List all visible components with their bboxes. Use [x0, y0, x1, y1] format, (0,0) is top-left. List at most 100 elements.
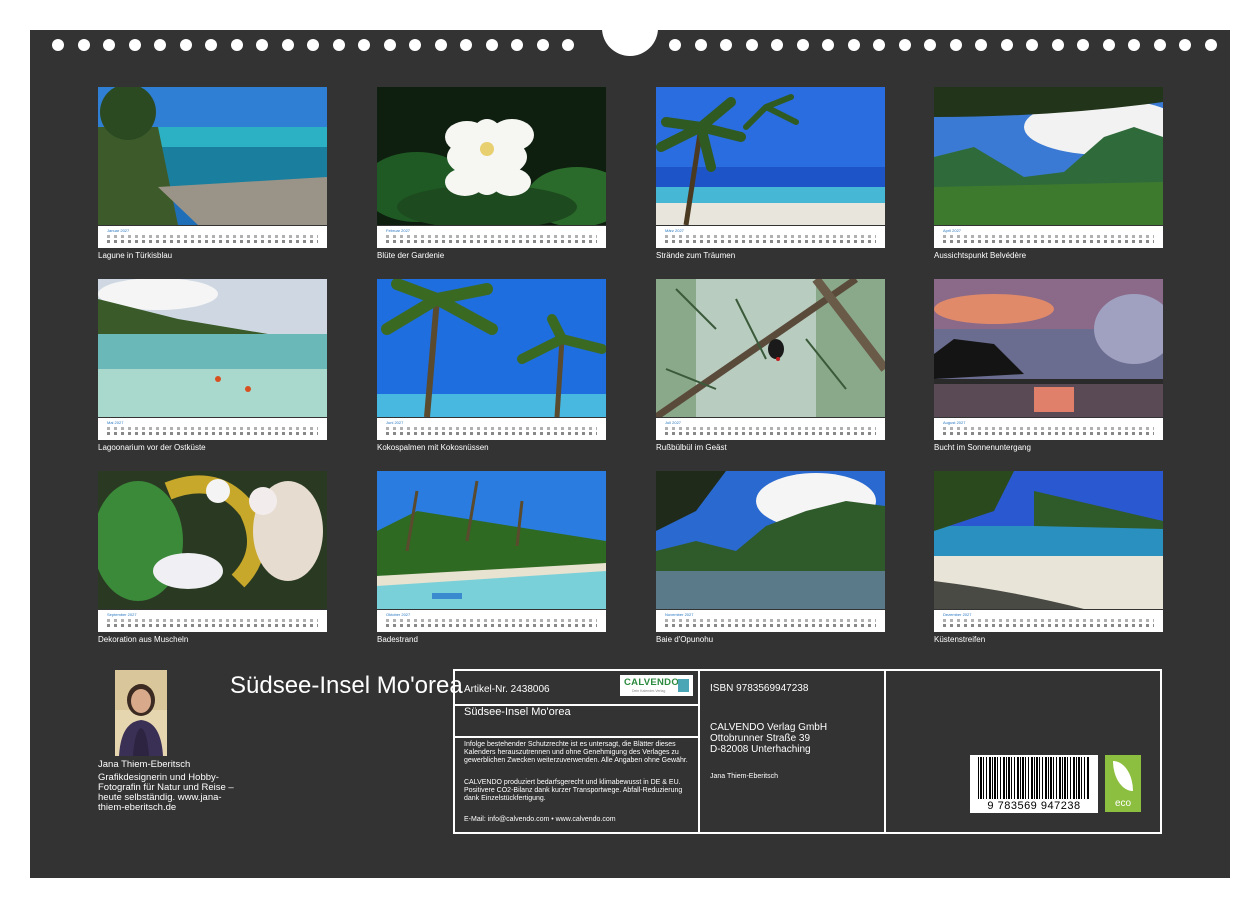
photo-caption: Dekoration aus Muscheln	[98, 635, 189, 644]
binding-hole	[847, 39, 860, 51]
photo-caption: Rußbülbül im Geäst	[656, 443, 727, 452]
weekday-row	[107, 235, 318, 238]
mini-calendar: August 2027	[934, 418, 1163, 440]
author-portrait	[115, 670, 167, 756]
calvendo-logo-icon	[678, 679, 689, 692]
binding-hole	[669, 39, 681, 51]
binding-hole	[332, 39, 345, 51]
lagoonarium-icon	[98, 279, 327, 417]
photo-caption: Strände zum Träumen	[656, 251, 736, 260]
legal-notice: Infolge bestehender Schutzrechte ist es …	[464, 741, 688, 764]
binding-hole	[103, 39, 115, 51]
mountain-view-icon	[934, 87, 1163, 225]
weekday-row	[665, 427, 876, 430]
mini-calendar: Februar 2027	[377, 226, 606, 248]
photo-caption: Badestrand	[377, 635, 418, 644]
month-label: Juli 2027	[665, 420, 682, 425]
date-row	[665, 240, 876, 243]
binding-hole	[975, 39, 987, 51]
binding-hole	[179, 39, 192, 51]
imprint-title: Südsee-Insel Mo'orea	[464, 706, 571, 718]
binding-hole	[230, 39, 243, 51]
binding-hole	[873, 39, 885, 51]
binding-hole	[77, 39, 90, 51]
weekday-row	[386, 619, 597, 622]
binding-hole	[562, 39, 574, 51]
photo-caption: Bucht im Sonnenuntergang	[934, 443, 1031, 452]
date-row	[386, 240, 597, 243]
publisher-name: CALVENDO Verlag GmbH	[710, 722, 828, 733]
binding-hole	[1204, 39, 1217, 51]
binding-hole	[205, 39, 217, 51]
date-row	[107, 432, 318, 435]
month-label: Mai 2027	[107, 420, 124, 425]
photo-caption: Aussichtspunkt Belvédère	[934, 251, 1027, 260]
photo-caption: Blüte der Gardenie	[377, 251, 445, 260]
author-name: Jana Thiem-Eberitsch	[98, 759, 191, 770]
photo-caption: Küstenstreifen	[934, 635, 986, 644]
date-row	[107, 240, 318, 243]
photo-caption: Baie d'Opunohu	[656, 635, 714, 644]
hanger-cutout	[602, 0, 658, 56]
article-number: Artikel-Nr. 2438006	[464, 684, 550, 695]
barcode-bars	[978, 757, 1090, 799]
date-row	[943, 432, 1154, 435]
binding-hole	[924, 39, 936, 51]
binding-hole	[52, 39, 64, 51]
month-label: August 2027	[943, 420, 966, 425]
binding-hole	[485, 39, 498, 51]
photo-caption: Lagoonarium vor der Ostküste	[98, 443, 206, 452]
month-label: Dezember 2027	[943, 612, 972, 617]
weekday-row	[665, 619, 876, 622]
binding-hole	[383, 39, 396, 51]
isbn: ISBN 9783569947238	[710, 683, 809, 694]
binding-hole	[1128, 39, 1140, 51]
sunset-icon	[934, 279, 1163, 417]
mini-calendar: Juni 2027	[377, 418, 606, 440]
mini-calendar: Mai 2027	[98, 418, 327, 440]
author-bio: Grafikdesignerin und Hobby-Fotografin fü…	[98, 772, 234, 813]
binding-hole	[511, 39, 523, 51]
binding-hole	[1179, 39, 1191, 51]
binding-hole	[281, 39, 294, 51]
binding-hole	[949, 39, 962, 51]
barcode: 9 783569 947238	[970, 755, 1098, 813]
publisher-city: D-82008 Unterhaching	[710, 744, 811, 755]
photo-caption: Lagune in Türkisblau	[98, 251, 173, 260]
binding-hole	[1077, 39, 1089, 51]
month-label: September 2027	[107, 612, 137, 617]
month-label: Februar 2027	[386, 228, 411, 233]
shells-icon	[98, 471, 327, 609]
date-row	[386, 624, 597, 627]
mini-calendar: September 2027	[98, 610, 327, 632]
binding-hole	[1153, 39, 1166, 51]
mini-calendar: Januar 2027	[98, 226, 327, 248]
leaf-icon	[1113, 761, 1133, 791]
binding-hole	[434, 39, 447, 51]
coconut-palms-icon	[377, 279, 606, 417]
binding-hole	[720, 39, 732, 51]
eco-logo: eco	[1105, 755, 1141, 812]
binding-hole	[694, 39, 707, 51]
binding-hole	[898, 39, 911, 51]
binding-hole	[154, 39, 166, 51]
mini-calendar: Dezember 2027	[934, 610, 1163, 632]
mini-calendar: Juli 2027	[656, 418, 885, 440]
mini-calendar: November 2027	[656, 610, 885, 632]
date-row	[386, 432, 597, 435]
weekday-row	[943, 235, 1154, 238]
weekday-row	[386, 235, 597, 238]
calvendo-logo: CALVENDO Dein Kalender-Verlag	[620, 675, 693, 696]
binding-hole	[796, 39, 809, 51]
binding-hole	[460, 39, 472, 51]
imprint-author: Jana Thiem-Eberitsch	[710, 773, 778, 780]
binding-hole	[307, 39, 319, 51]
month-label: Oktober 2027	[386, 612, 411, 617]
lagoon-icon	[98, 87, 327, 225]
calendar-back-cover: Januar 2027 Lagune in Türkisblau Februar 2…	[30, 0, 1230, 878]
weekday-row	[943, 427, 1154, 430]
date-row	[665, 432, 876, 435]
weekday-row	[386, 427, 597, 430]
weekday-row	[665, 235, 876, 238]
weekday-row	[107, 427, 318, 430]
